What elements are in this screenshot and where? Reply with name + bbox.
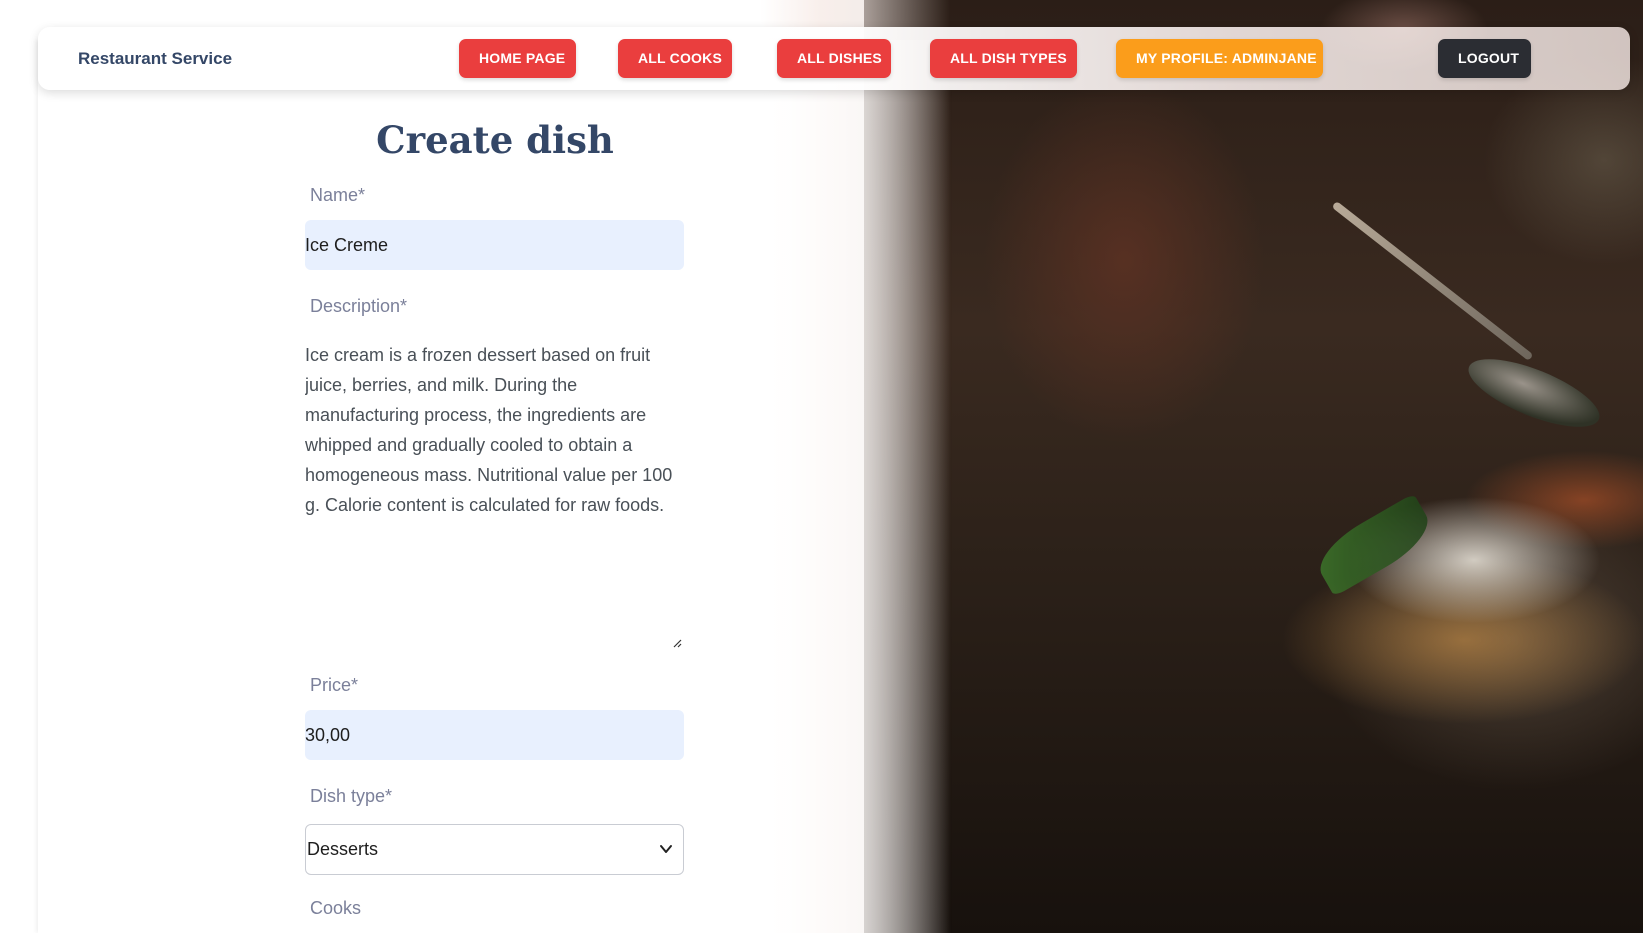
navbar: Restaurant Service HOME PAGE ALL COOKS A… — [38, 27, 1630, 90]
spoon-shape — [1331, 200, 1534, 362]
logout-button[interactable]: LOGOUT — [1438, 39, 1531, 78]
all-dishes-button[interactable]: ALL DISHES — [777, 39, 891, 78]
dish-type-selected-value: Desserts — [307, 839, 379, 859]
name-input[interactable] — [305, 220, 684, 270]
brand-link[interactable]: Restaurant Service — [78, 27, 232, 90]
dish-type-select[interactable]: Desserts — [305, 824, 684, 875]
resize-handle-icon[interactable] — [672, 638, 682, 648]
all-dish-types-button[interactable]: ALL DISH TYPES — [930, 39, 1077, 78]
herb-garnish-shape — [1309, 493, 1439, 597]
page-title: Create dish — [376, 118, 614, 162]
home-page-button[interactable]: HOME PAGE — [459, 39, 576, 78]
price-label: Price* — [310, 675, 359, 695]
description-textarea[interactable]: Ice cream is a frozen dessert based on f… — [305, 340, 684, 650]
spoon-bowl-shape — [1460, 345, 1608, 441]
description-label: Description* — [310, 296, 408, 316]
cooks-label: Cooks — [310, 898, 362, 918]
chevron-down-icon — [660, 845, 672, 853]
price-input[interactable] — [305, 710, 684, 760]
background-food-photo — [864, 0, 1643, 933]
my-profile-button[interactable]: MY PROFILE: ADMINJANE — [1116, 39, 1323, 78]
dish-type-label: Dish type* — [310, 786, 393, 806]
name-label: Name* — [310, 185, 366, 205]
all-cooks-button[interactable]: ALL COOKS — [618, 39, 732, 78]
